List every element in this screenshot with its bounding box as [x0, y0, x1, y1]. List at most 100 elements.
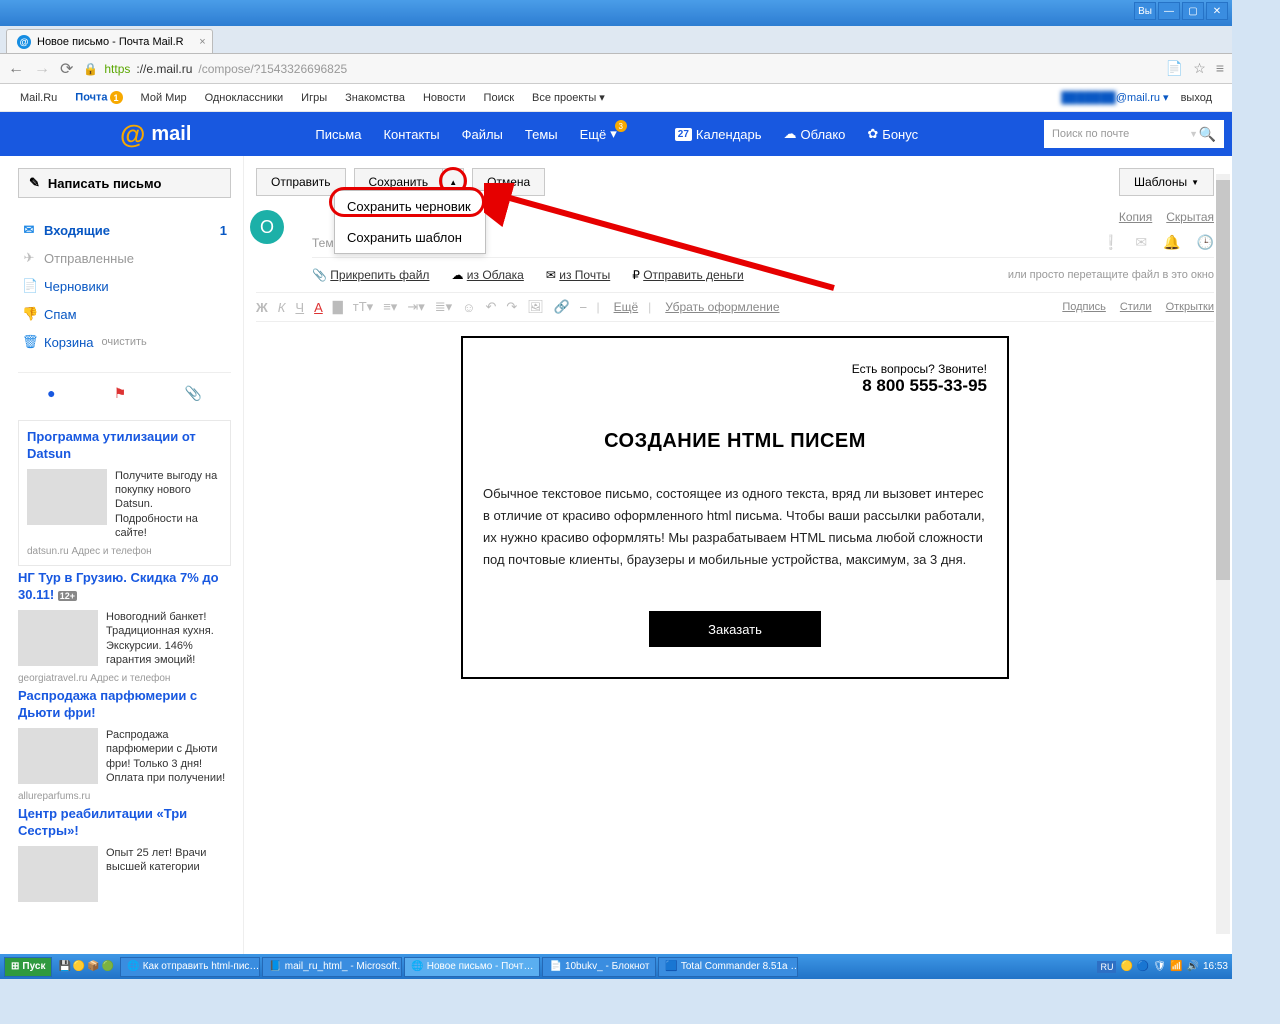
tray-icon[interactable]: 🛡 — [1153, 961, 1166, 972]
important-icon[interactable]: ❕ — [1102, 234, 1119, 251]
send-money-link[interactable]: ₽ Отправить деньги — [632, 268, 743, 282]
close-window-button[interactable]: ✕ — [1206, 2, 1228, 20]
hr-icon[interactable]: ⎯ — [580, 299, 587, 315]
save-draft-item[interactable]: Сохранить черновик — [335, 191, 485, 222]
ql-icon[interactable]: 🟢 — [102, 961, 114, 972]
color-icon[interactable]: А — [314, 300, 323, 315]
browser-tab[interactable]: @ Новое письмо - Почта Mail.R × — [6, 29, 213, 53]
nav-calendar[interactable]: 27 Календарь — [675, 127, 762, 142]
topnav-ok[interactable]: Одноклассники — [205, 92, 284, 104]
image-icon[interactable]: 🖼 — [527, 299, 544, 315]
topnav-moimir[interactable]: Мой Мир — [141, 92, 187, 104]
ad-block-4[interactable]: Центр реабилитации «Три Сестры»! Опыт 25… — [18, 806, 231, 902]
list-icon[interactable]: ≣▾ — [435, 299, 452, 315]
italic-icon[interactable]: К — [278, 300, 286, 315]
scroll-thumb[interactable] — [1216, 180, 1230, 580]
back-button[interactable]: ← — [8, 60, 24, 78]
attach-icon[interactable]: 📎 — [184, 385, 201, 402]
topnav-all[interactable]: Все проекты ▾ — [532, 91, 605, 104]
topnav-pochta[interactable]: Почта1 — [75, 91, 122, 104]
language-indicator[interactable]: RU — [1097, 961, 1116, 973]
tab-close-icon[interactable]: × — [199, 36, 205, 48]
address-bar[interactable]: 🔒 https://e.mail.ru/compose/?15433266968… — [83, 62, 1155, 76]
task-item[interactable]: 🌐 Как отправить html-пис… — [120, 957, 260, 977]
chevron-down-icon[interactable]: ▼ — [1189, 129, 1198, 139]
email-preview[interactable]: Есть вопросы? Звоните! 8 800 555-33-95 С… — [461, 336, 1009, 679]
scrollbar[interactable] — [1216, 174, 1230, 934]
dot-blue-icon[interactable]: ● — [47, 385, 55, 402]
attach-file-link[interactable]: 📎 Прикрепить файл — [312, 268, 429, 282]
bold-icon[interactable]: Ж — [256, 300, 268, 315]
minimize-button[interactable]: — — [1158, 2, 1180, 20]
flag-icon[interactable]: ⚑ — [114, 385, 127, 402]
search-input[interactable]: Поиск по почте ▼ 🔍 — [1044, 120, 1224, 148]
fontsize-icon[interactable]: тТ▾ — [353, 299, 373, 315]
compose-button[interactable]: ✎ Написать письмо — [18, 168, 231, 198]
folder-trash[interactable]: 🗑 Корзина очистить — [18, 328, 231, 356]
link-icon[interactable]: 🔗 — [554, 299, 570, 315]
nav-more[interactable]: Ещё ▾3 — [580, 126, 617, 142]
folder-inbox[interactable]: ✉ Входящие 1 — [18, 216, 231, 244]
nav-files[interactable]: Файлы — [462, 127, 503, 142]
align-icon[interactable]: ≡▾ — [383, 299, 397, 315]
folder-spam[interactable]: 👎 Спам — [18, 300, 231, 328]
topnav-search[interactable]: Поиск — [484, 92, 514, 104]
hidden-link[interactable]: Скрытая — [1166, 210, 1214, 224]
maximize-button[interactable]: ▢ — [1182, 2, 1204, 20]
schedule-icon[interactable]: 🕒 — [1197, 234, 1214, 251]
forward-button[interactable]: → — [34, 60, 50, 78]
logo[interactable]: @mail — [120, 119, 191, 150]
emoji-icon[interactable]: ☺ — [462, 300, 475, 315]
star-icon[interactable]: ☆ — [1193, 60, 1206, 77]
user-email[interactable]: ███████@mail.ru ▾ — [1061, 91, 1168, 104]
topnav-dating[interactable]: Знакомства — [345, 92, 405, 104]
task-item[interactable]: 📘 mail_ru_html_ - Microsoft… — [262, 957, 402, 977]
bookmark-icon[interactable]: 📄 — [1166, 60, 1183, 77]
topnav-news[interactable]: Новости — [423, 92, 466, 104]
folder-drafts[interactable]: 📄 Черновики — [18, 272, 231, 300]
tray-icon[interactable]: 📶 — [1170, 961, 1182, 972]
search-icon[interactable]: 🔍 — [1199, 126, 1216, 143]
undo-icon[interactable]: ↶ — [485, 299, 496, 315]
ql-icon[interactable]: 💾 — [58, 961, 70, 972]
reload-button[interactable]: ⟳ — [60, 59, 73, 79]
clock[interactable]: 16:53 — [1203, 961, 1228, 972]
indent-icon[interactable]: ⇥▾ — [407, 299, 424, 315]
styles-link[interactable]: Стили — [1120, 301, 1152, 313]
ql-icon[interactable]: 📦 — [87, 961, 99, 972]
logout-link[interactable]: выход — [1181, 92, 1212, 104]
redo-icon[interactable]: ↷ — [506, 299, 517, 315]
attach-cloud-link[interactable]: ☁ из Облака — [451, 268, 523, 282]
nav-letters[interactable]: Письма — [315, 127, 361, 142]
tray-icon[interactable]: 🔵 — [1137, 961, 1149, 972]
underline-icon[interactable]: Ч — [295, 300, 304, 315]
notify-icon[interactable]: 🔔 — [1163, 234, 1180, 251]
templates-button[interactable]: Шаблоны ▼ — [1119, 168, 1214, 196]
send-button[interactable]: Отправить — [256, 168, 346, 196]
save-template-item[interactable]: Сохранить шаблон — [335, 222, 485, 253]
tray-icon[interactable]: 🟡 — [1120, 961, 1132, 972]
nav-cloud[interactable]: ☁ Облако — [784, 126, 846, 142]
clear-trash-link[interactable]: очистить — [102, 336, 147, 348]
signature-link[interactable]: Подпись — [1062, 301, 1106, 313]
ql-icon[interactable]: 🟡 — [73, 961, 85, 972]
ad-block-1[interactable]: Программа утилизации от Datsun Получите … — [18, 420, 231, 566]
folder-sent[interactable]: ✈ Отправленные — [18, 244, 231, 272]
bgcolor-icon[interactable]: ▇ — [333, 299, 343, 315]
copy-link[interactable]: Копия — [1119, 210, 1152, 224]
attach-mail-link[interactable]: ✉ из Почты — [546, 268, 610, 282]
nav-themes[interactable]: Темы — [525, 127, 558, 142]
ad-block-3[interactable]: Распродажа парфюмерии с Дьюти фри! Распр… — [18, 688, 231, 802]
ad-block-2[interactable]: НГ Тур в Грузию. Скидка 7% до 30.11! 12+… — [18, 570, 231, 684]
editor-more[interactable]: Ещё — [614, 300, 639, 314]
tray-icon[interactable]: 🔊 — [1187, 961, 1199, 972]
task-item[interactable]: 📄 10bukv_ - Блокнот — [542, 957, 656, 977]
menu-icon[interactable]: ≡ — [1216, 60, 1224, 77]
receipt-icon[interactable]: ✉ — [1135, 234, 1147, 251]
task-item-active[interactable]: 🌐 Новое письмо - Почт… — [404, 957, 540, 977]
task-item[interactable]: 🟦 Total Commander 8.51a … — [658, 957, 798, 977]
start-button[interactable]: ⊞ Пуск — [4, 957, 52, 977]
editor-clear[interactable]: Убрать оформление — [665, 300, 779, 314]
nav-bonus[interactable]: ✿ Бонус — [867, 126, 918, 142]
topnav-games[interactable]: Игры — [301, 92, 327, 104]
